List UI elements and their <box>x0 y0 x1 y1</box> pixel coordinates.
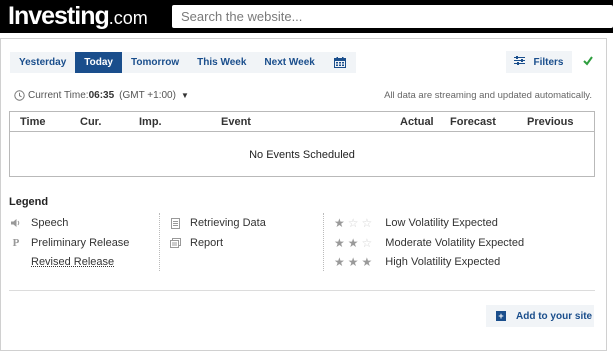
streaming-note: All data are streaming and updated autom… <box>384 90 592 101</box>
report-icon <box>168 237 182 249</box>
col-time: Time <box>20 116 46 128</box>
filters-button[interactable]: Filters <box>506 51 572 73</box>
legend-high-volatility: ★ ★ ★ High Volatility Expected <box>334 255 501 269</box>
table-header: Time Cur. Imp. Event Actual Forecast Pre… <box>10 112 594 132</box>
current-time-value: 06:35 <box>88 90 115 101</box>
preliminary-icon: P <box>12 237 20 249</box>
speaker-icon <box>9 217 23 229</box>
current-time-bar: Current Time: 06:35 (GMT +1:00) ▼ <box>14 90 189 101</box>
events-table: Time Cur. Imp. Event Actual Forecast Pre… <box>9 111 595 177</box>
col-event: Event <box>221 116 251 128</box>
document-icon <box>168 217 182 229</box>
legend-revised: Revised Release <box>9 256 114 268</box>
legend-moderate-volatility: ★ ★ ☆ Moderate Volatility Expected <box>334 236 525 250</box>
plus-icon: + <box>496 311 506 321</box>
sliders-icon <box>514 56 526 68</box>
legend-speech: Speech <box>9 217 68 229</box>
clock-icon <box>14 90 25 101</box>
col-forecast: Forecast <box>450 116 496 128</box>
legend-divider <box>323 213 324 271</box>
check-icon <box>582 54 594 68</box>
col-previous: Previous <box>527 116 574 128</box>
legend-divider <box>159 213 160 271</box>
timezone-select[interactable]: (GMT +1:00) <box>119 90 176 101</box>
col-importance: Imp. <box>139 116 162 128</box>
bull-1-icon: ★ ☆ ☆ <box>334 216 373 230</box>
bull-2-icon: ★ ★ ☆ <box>334 236 373 250</box>
col-actual: Actual <box>400 116 434 128</box>
top-bar: Investing.com <box>0 0 613 33</box>
tab-yesterday[interactable]: Yesterday <box>10 52 75 73</box>
bull-3-icon: ★ ★ ★ <box>334 255 373 269</box>
empty-message: No Events Scheduled <box>249 149 355 161</box>
legend-report: Report <box>168 237 223 249</box>
revised-release-link[interactable]: Revised Release <box>31 256 114 268</box>
chevron-down-icon[interactable]: ▼ <box>181 91 189 100</box>
legend-preliminary: P Preliminary Release <box>9 237 130 249</box>
calendar-icon[interactable] <box>324 52 356 73</box>
tab-next-week[interactable]: Next Week <box>255 52 323 73</box>
legend-low-volatility: ★ ☆ ☆ Low Volatility Expected <box>334 216 498 230</box>
tab-today[interactable]: Today <box>75 52 122 73</box>
tab-tomorrow[interactable]: Tomorrow <box>122 52 188 73</box>
day-tabs: Yesterday Today Tomorrow This Week Next … <box>10 52 356 73</box>
divider <box>9 290 595 291</box>
site-logo[interactable]: Investing.com <box>8 2 148 32</box>
col-currency: Cur. <box>80 116 102 128</box>
legend-retrieving: Retrieving Data <box>168 217 266 229</box>
search-box[interactable] <box>172 5 613 28</box>
search-input[interactable] <box>172 5 613 28</box>
legend-title: Legend <box>9 196 49 208</box>
current-time-label: Current Time: <box>28 90 89 101</box>
tab-this-week[interactable]: This Week <box>188 52 255 73</box>
add-to-site-button[interactable]: + Add to your site <box>486 305 594 327</box>
filters-label: Filters <box>533 56 564 68</box>
